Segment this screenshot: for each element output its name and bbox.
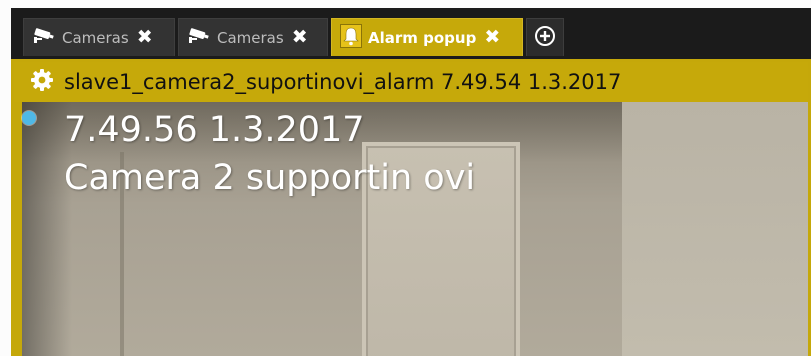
camera-video-feed[interactable]: 7.49.56 1.3.2017 Camera 2 supportin ovi	[22, 102, 808, 356]
tab-label: Cameras	[217, 28, 284, 47]
video-camera-name-overlay: Camera 2 supportin ovi	[64, 158, 476, 198]
gear-icon[interactable]	[30, 68, 54, 96]
video-timestamp-overlay: 7.49.56 1.3.2017	[64, 110, 365, 150]
app-window: Cameras ✖ Cameras ✖ Alarm popup ✖ slave1…	[11, 8, 811, 356]
tab-label: Cameras	[62, 28, 129, 47]
page-margin	[0, 0, 11, 356]
cctv-camera-icon	[32, 27, 56, 48]
close-icon[interactable]: ✖	[292, 28, 308, 47]
tab-alarm-popup[interactable]: Alarm popup ✖	[331, 18, 523, 56]
add-tab-button[interactable]	[526, 18, 564, 56]
bell-icon	[340, 23, 362, 52]
cctv-camera-icon	[187, 27, 211, 48]
tab-cameras-2[interactable]: Cameras ✖	[178, 18, 328, 56]
tab-label: Alarm popup	[368, 28, 477, 47]
alarm-popup-panel: slave1_camera2_suportinovi_alarm 7.49.54…	[11, 59, 811, 356]
plus-circle-icon	[534, 25, 556, 51]
panel-title: slave1_camera2_suportinovi_alarm 7.49.54…	[64, 70, 622, 94]
status-dot	[22, 111, 36, 125]
tab-cameras-1[interactable]: Cameras ✖	[23, 18, 175, 56]
close-icon[interactable]: ✖	[137, 28, 153, 47]
wall-panel	[622, 102, 808, 356]
panel-title-bar: slave1_camera2_suportinovi_alarm 7.49.54…	[14, 62, 808, 102]
close-icon[interactable]: ✖	[484, 28, 500, 47]
tab-bar: Cameras ✖ Cameras ✖ Alarm popup ✖	[11, 8, 811, 59]
